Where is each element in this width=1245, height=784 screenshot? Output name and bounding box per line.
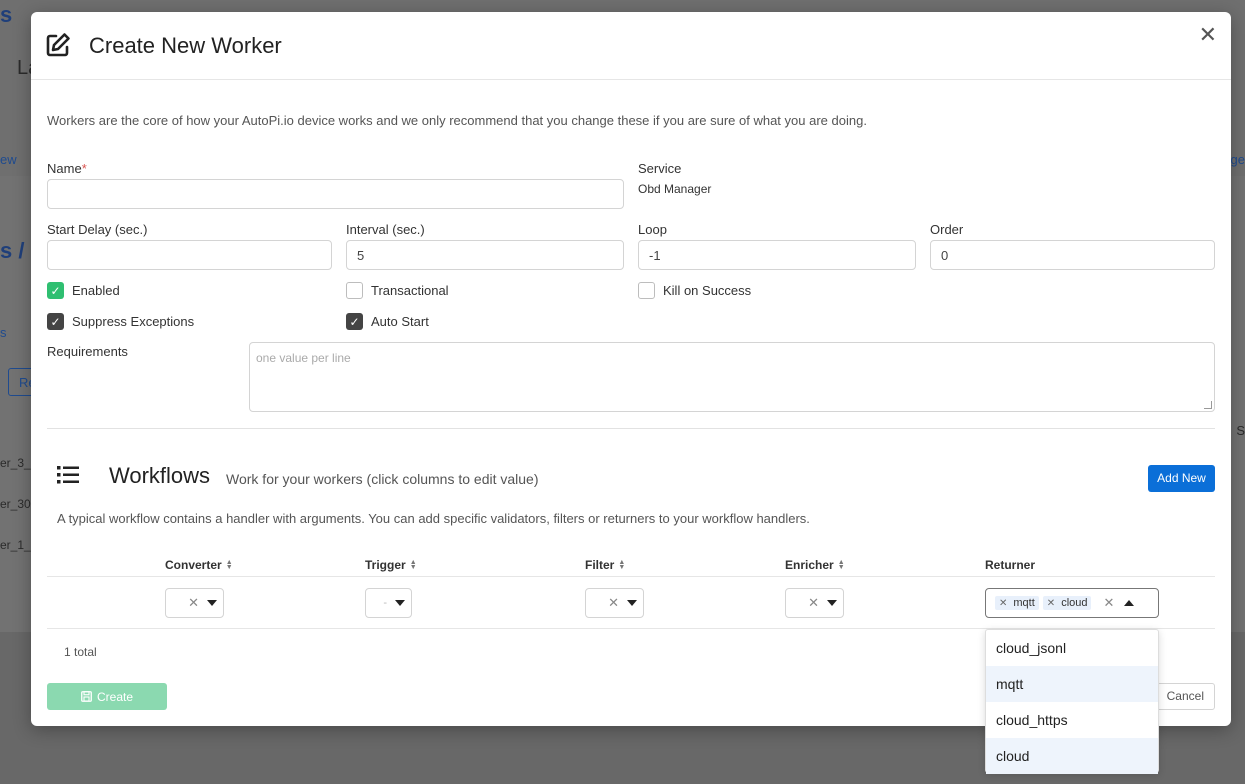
enabled-checkbox-row[interactable]: ✓ Enabled bbox=[47, 282, 120, 299]
background-breadcrumb-fragment: s / bbox=[0, 238, 25, 263]
close-button[interactable]: ✕ bbox=[1199, 22, 1217, 48]
chevron-down-icon[interactable] bbox=[395, 600, 405, 606]
kill-on-success-checkbox-row[interactable]: Kill on Success bbox=[638, 282, 751, 299]
column-header-returner: Returner bbox=[985, 558, 1035, 572]
trigger-value: - bbox=[383, 597, 387, 609]
loop-input[interactable]: -1 bbox=[638, 240, 916, 270]
background-row: er_3_ bbox=[0, 456, 31, 470]
save-icon bbox=[81, 691, 92, 702]
suppress-exceptions-checkbox[interactable]: ✓ bbox=[47, 313, 64, 330]
sort-icon[interactable]: ▲ ▼ bbox=[838, 559, 845, 571]
clear-icon[interactable]: ✕ bbox=[1103, 595, 1114, 611]
clear-icon[interactable]: ✕ bbox=[188, 595, 199, 611]
background-right-fragment-2: S bbox=[1236, 423, 1245, 438]
name-input[interactable] bbox=[47, 179, 624, 209]
required-star: * bbox=[81, 161, 87, 176]
dropdown-option[interactable]: cloud_https bbox=[986, 702, 1158, 738]
tag-label: mqtt bbox=[1013, 597, 1035, 609]
clear-icon[interactable]: ✕ bbox=[608, 595, 619, 611]
column-label: Returner bbox=[985, 558, 1036, 572]
modal-title: Create New Worker bbox=[89, 33, 282, 58]
transactional-label: Transactional bbox=[371, 283, 449, 298]
column-header-converter[interactable]: Converter ▲ ▼ bbox=[165, 558, 233, 572]
total-count: 1 total bbox=[64, 645, 97, 659]
auto-start-label: Auto Start bbox=[371, 314, 429, 329]
column-header-enricher[interactable]: Enricher ▲ ▼ bbox=[785, 558, 845, 572]
transactional-checkbox[interactable] bbox=[346, 282, 363, 299]
remove-tag-icon[interactable]: ✕ bbox=[1047, 598, 1055, 609]
column-label: Enricher bbox=[785, 558, 834, 572]
returner-tag: ✕ cloud bbox=[1042, 596, 1092, 610]
workflows-title: Workflows bbox=[109, 463, 211, 488]
service-value: Obd Manager bbox=[638, 182, 712, 196]
order-input[interactable]: 0 bbox=[930, 240, 1215, 270]
enricher-select[interactable]: ✕ bbox=[785, 588, 844, 618]
column-label: Filter bbox=[585, 558, 615, 572]
table-header-divider bbox=[47, 576, 1215, 577]
transactional-checkbox-row[interactable]: Transactional bbox=[346, 282, 449, 299]
dropdown-option[interactable]: mqtt bbox=[986, 666, 1158, 702]
remove-tag-icon[interactable]: ✕ bbox=[999, 598, 1007, 609]
background-row: er_1_ bbox=[0, 538, 31, 552]
start-delay-label: Start Delay (sec.) bbox=[47, 222, 148, 237]
requirements-textarea[interactable]: one value per line bbox=[249, 342, 1215, 412]
modal-header: Create New Worker ✕ bbox=[31, 12, 1231, 80]
name-label-text: Name bbox=[47, 161, 82, 176]
chevron-down-icon[interactable] bbox=[827, 600, 837, 606]
auto-start-checkbox-row[interactable]: ✓ Auto Start bbox=[346, 313, 429, 330]
requirements-label: Requirements bbox=[47, 344, 128, 359]
enabled-checkbox[interactable]: ✓ bbox=[47, 282, 64, 299]
background-title-fragment: s bbox=[0, 2, 13, 27]
list-icon bbox=[57, 466, 79, 484]
kill-on-success-label: Kill on Success bbox=[663, 283, 752, 298]
column-label: Converter bbox=[165, 558, 222, 572]
auto-start-checkbox[interactable]: ✓ bbox=[346, 313, 363, 330]
add-new-button[interactable]: Add New bbox=[1148, 465, 1215, 492]
column-header-trigger[interactable]: Trigger ▲ ▼ bbox=[365, 558, 417, 572]
create-button[interactable]: Create bbox=[47, 683, 167, 710]
column-header-filter[interactable]: Filter ▲ ▼ bbox=[585, 558, 625, 572]
background-right-fragment: ge bbox=[1230, 152, 1245, 167]
section-divider bbox=[47, 428, 1215, 429]
returner-tag: ✕ mqtt bbox=[995, 596, 1039, 610]
create-worker-modal: Create New Worker ✕ Workers are the core… bbox=[31, 12, 1231, 726]
returner-multiselect[interactable]: ✕ mqtt ✕ cloud ✕ bbox=[985, 588, 1159, 618]
enabled-label: Enabled bbox=[72, 283, 120, 298]
start-delay-input[interactable] bbox=[47, 240, 332, 270]
dropdown-option[interactable]: cloud bbox=[986, 738, 1158, 774]
interval-input[interactable]: 5 bbox=[346, 240, 624, 270]
resize-handle[interactable] bbox=[1204, 401, 1212, 409]
sort-icon[interactable]: ▲ ▼ bbox=[410, 559, 417, 571]
sort-icon[interactable]: ▲ ▼ bbox=[618, 559, 625, 571]
chevron-down-icon[interactable] bbox=[627, 600, 637, 606]
converter-select[interactable]: ✕ bbox=[165, 588, 224, 618]
returner-dropdown-menu: cloud_jsonl mqtt cloud_https cloud bbox=[985, 629, 1159, 774]
chevron-down-icon[interactable] bbox=[207, 600, 217, 606]
intro-text: Workers are the core of how your AutoPi.… bbox=[47, 113, 867, 128]
service-label: Service bbox=[638, 161, 682, 176]
kill-on-success-checkbox[interactable] bbox=[638, 282, 655, 299]
edit-icon bbox=[46, 33, 70, 57]
suppress-exceptions-checkbox-row[interactable]: ✓ Suppress Exceptions bbox=[47, 313, 194, 330]
dropdown-option[interactable]: cloud_jsonl bbox=[986, 630, 1158, 666]
workflows-subtitle: Work for your workers (click columns to … bbox=[226, 471, 539, 487]
clear-icon[interactable]: ✕ bbox=[808, 595, 819, 611]
tag-label: cloud bbox=[1061, 597, 1088, 609]
sort-icon[interactable]: ▲ ▼ bbox=[226, 559, 233, 571]
background-link-fragment: ew bbox=[0, 152, 17, 167]
requirements-placeholder: one value per line bbox=[256, 351, 351, 365]
chevron-up-icon[interactable] bbox=[1124, 600, 1135, 606]
order-label: Order bbox=[930, 222, 964, 237]
filter-select[interactable]: ✕ bbox=[585, 588, 644, 618]
background-row: er_30 bbox=[0, 497, 31, 511]
column-label: Trigger bbox=[365, 558, 406, 572]
suppress-exceptions-label: Suppress Exceptions bbox=[72, 314, 195, 329]
create-label: Create bbox=[96, 689, 134, 704]
background-tab-fragment: s bbox=[0, 325, 7, 340]
trigger-select[interactable]: - bbox=[365, 588, 412, 618]
interval-label: Interval (sec.) bbox=[346, 222, 425, 237]
workflows-description: A typical workflow contains a handler wi… bbox=[57, 511, 810, 526]
name-label: Name* bbox=[47, 161, 87, 176]
loop-label: Loop bbox=[638, 222, 667, 237]
